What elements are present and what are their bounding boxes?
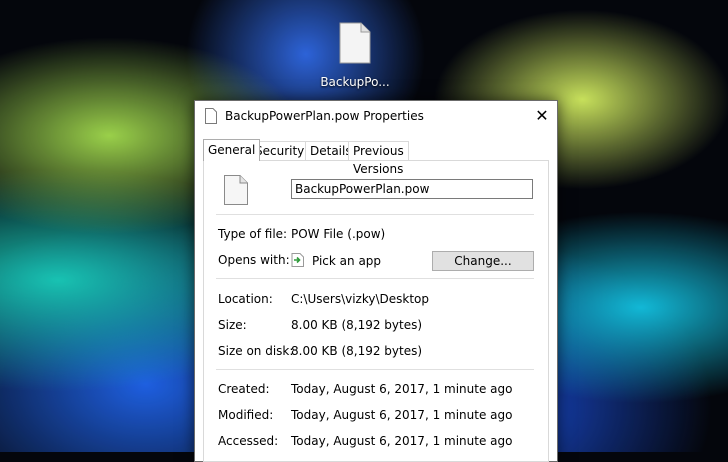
type-of-file-value: POW File (.pow): [291, 227, 386, 241]
file-icon: [205, 108, 217, 124]
title-bar[interactable]: BackupPowerPlan.pow Properties ✕: [195, 101, 557, 132]
divider: [216, 369, 534, 370]
size-label: Size:: [218, 318, 247, 332]
tab-previous-versions[interactable]: Previous Versions: [348, 141, 409, 176]
location-label: Location:: [218, 292, 273, 306]
file-name-field[interactable]: BackupPowerPlan.pow: [291, 179, 533, 199]
size-on-disk-value: 8.00 KB (8,192 bytes): [291, 344, 423, 358]
created-label: Created:: [218, 382, 270, 396]
opens-with-value: Pick an app: [312, 254, 382, 268]
accessed-value: Today, August 6, 2017, 1 minute ago: [291, 434, 513, 448]
location-value: C:\Users\vizky\Desktop: [291, 292, 429, 306]
dialog-title: BackupPowerPlan.pow Properties: [225, 109, 424, 123]
close-icon: ✕: [535, 106, 549, 125]
type-of-file-label: Type of file:: [218, 227, 288, 241]
file-icon: [339, 22, 371, 64]
change-button[interactable]: Change...: [432, 251, 534, 271]
properties-dialog: BackupPowerPlan.pow Properties ✕ General…: [194, 100, 558, 462]
file-icon: [224, 175, 248, 205]
desktop-icon-label: BackupPo...: [320, 75, 390, 89]
desktop-file-icon[interactable]: BackupPo...: [318, 22, 392, 89]
created-value: Today, August 6, 2017, 1 minute ago: [291, 382, 513, 396]
modified-label: Modified:: [218, 408, 274, 422]
tab-general[interactable]: General: [203, 139, 261, 161]
pick-app-icon: [291, 253, 304, 267]
accessed-label: Accessed:: [218, 434, 279, 448]
opens-with-label: Opens with:: [218, 253, 290, 267]
size-on-disk-label: Size on disk:: [218, 344, 294, 358]
general-panel: BackupPowerPlan.pow Type of file: POW Fi…: [203, 160, 549, 462]
divider: [216, 214, 534, 215]
close-button[interactable]: ✕: [527, 101, 557, 131]
modified-value: Today, August 6, 2017, 1 minute ago: [291, 408, 513, 422]
opens-with-value-row: Pick an app: [291, 253, 381, 268]
divider: [216, 278, 534, 279]
size-value: 8.00 KB (8,192 bytes): [291, 318, 423, 332]
